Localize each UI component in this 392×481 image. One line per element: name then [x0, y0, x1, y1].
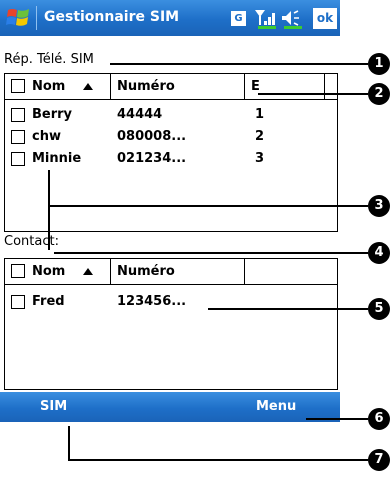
column-header-entry-label: E — [251, 79, 260, 94]
contact-entry: 1 — [255, 107, 265, 122]
network-g-icon[interactable]: G — [231, 11, 246, 26]
callout-2: 2 — [368, 83, 390, 105]
select-all-checkbox[interactable] — [11, 79, 25, 93]
contact-name: Fred — [32, 294, 65, 309]
contact-entry: 3 — [255, 151, 265, 166]
sim-contact-list[interactable]: Nom Numéro E Berry 44444 1 chw 080008...… — [4, 73, 338, 232]
column-header-number[interactable]: Numéro — [111, 74, 245, 99]
list-item[interactable]: chw 080008... 2 — [5, 126, 337, 148]
column-header-name-label: Nom — [32, 79, 66, 94]
title-divider — [36, 6, 37, 30]
callout-line-2 — [258, 93, 368, 95]
column-header-number[interactable]: Numéro — [111, 259, 245, 284]
callout-line-5 — [208, 308, 368, 310]
callout-line-6 — [306, 418, 368, 420]
contact-entry: 2 — [255, 129, 265, 144]
column-header-number-label: Numéro — [117, 264, 175, 279]
column-header-name-label: Nom — [32, 264, 66, 279]
sim-list-header: Nom Numéro E — [5, 74, 337, 100]
windows-start-icon[interactable] — [6, 6, 32, 30]
select-all-checkbox[interactable] — [11, 264, 25, 278]
callout-line-3-v — [48, 170, 50, 250]
app-title: Gestionnaire SIM — [44, 9, 180, 25]
column-header-number-label: Numéro — [117, 79, 175, 94]
contact-name: Berry — [32, 107, 73, 122]
contact-name: chw — [32, 129, 61, 144]
callout-line-1 — [110, 63, 368, 65]
callout-3: 3 — [368, 195, 390, 217]
contact-number: 021234... — [117, 151, 187, 166]
contact-list-header: Nom Numéro — [5, 259, 337, 285]
contact-name: Minnie — [32, 151, 82, 166]
column-header-name[interactable]: Nom — [5, 259, 111, 284]
callout-1: 1 — [368, 53, 390, 75]
sort-ascending-icon — [83, 83, 93, 90]
contact-number: 080008... — [117, 129, 187, 144]
row-checkbox[interactable] — [11, 152, 25, 166]
column-header-entry[interactable]: E — [245, 74, 325, 99]
contact-number: 123456... — [117, 294, 187, 309]
sim-list-label: Rép. Télé. SIM — [4, 52, 94, 67]
callout-7: 7 — [368, 449, 390, 471]
signal-icon[interactable] — [254, 8, 276, 30]
callout-4: 4 — [368, 242, 390, 264]
callout-line-3 — [48, 205, 368, 207]
callout-line-7 — [68, 459, 368, 461]
contact-number: 44444 — [117, 107, 163, 122]
volume-icon[interactable] — [280, 8, 304, 30]
device-contact-list[interactable]: Nom Numéro Fred 123456... — [4, 258, 338, 390]
callout-6: 6 — [368, 408, 390, 430]
contact-list-label: Contact: — [4, 234, 59, 249]
row-checkbox[interactable] — [11, 295, 25, 309]
sort-ascending-icon — [83, 268, 93, 275]
list-item[interactable]: Berry 44444 1 — [5, 104, 337, 126]
title-bar: Gestionnaire SIM G ok — [0, 0, 340, 36]
callout-5: 5 — [368, 298, 390, 320]
list-item[interactable]: Minnie 021234... 3 — [5, 148, 337, 170]
row-checkbox[interactable] — [11, 130, 25, 144]
column-header-name[interactable]: Nom — [5, 74, 111, 99]
callout-line-4 — [54, 252, 368, 254]
menu-bar: SIM Menu — [0, 392, 340, 422]
menu-softkey[interactable]: Menu — [256, 399, 296, 414]
screen: Gestionnaire SIM G ok Rép. Télé. SIM Nom — [0, 0, 340, 444]
row-checkbox[interactable] — [11, 108, 25, 122]
callout-line-7-v — [68, 426, 70, 461]
ok-button[interactable]: ok — [313, 8, 337, 29]
sim-softkey[interactable]: SIM — [40, 399, 67, 414]
